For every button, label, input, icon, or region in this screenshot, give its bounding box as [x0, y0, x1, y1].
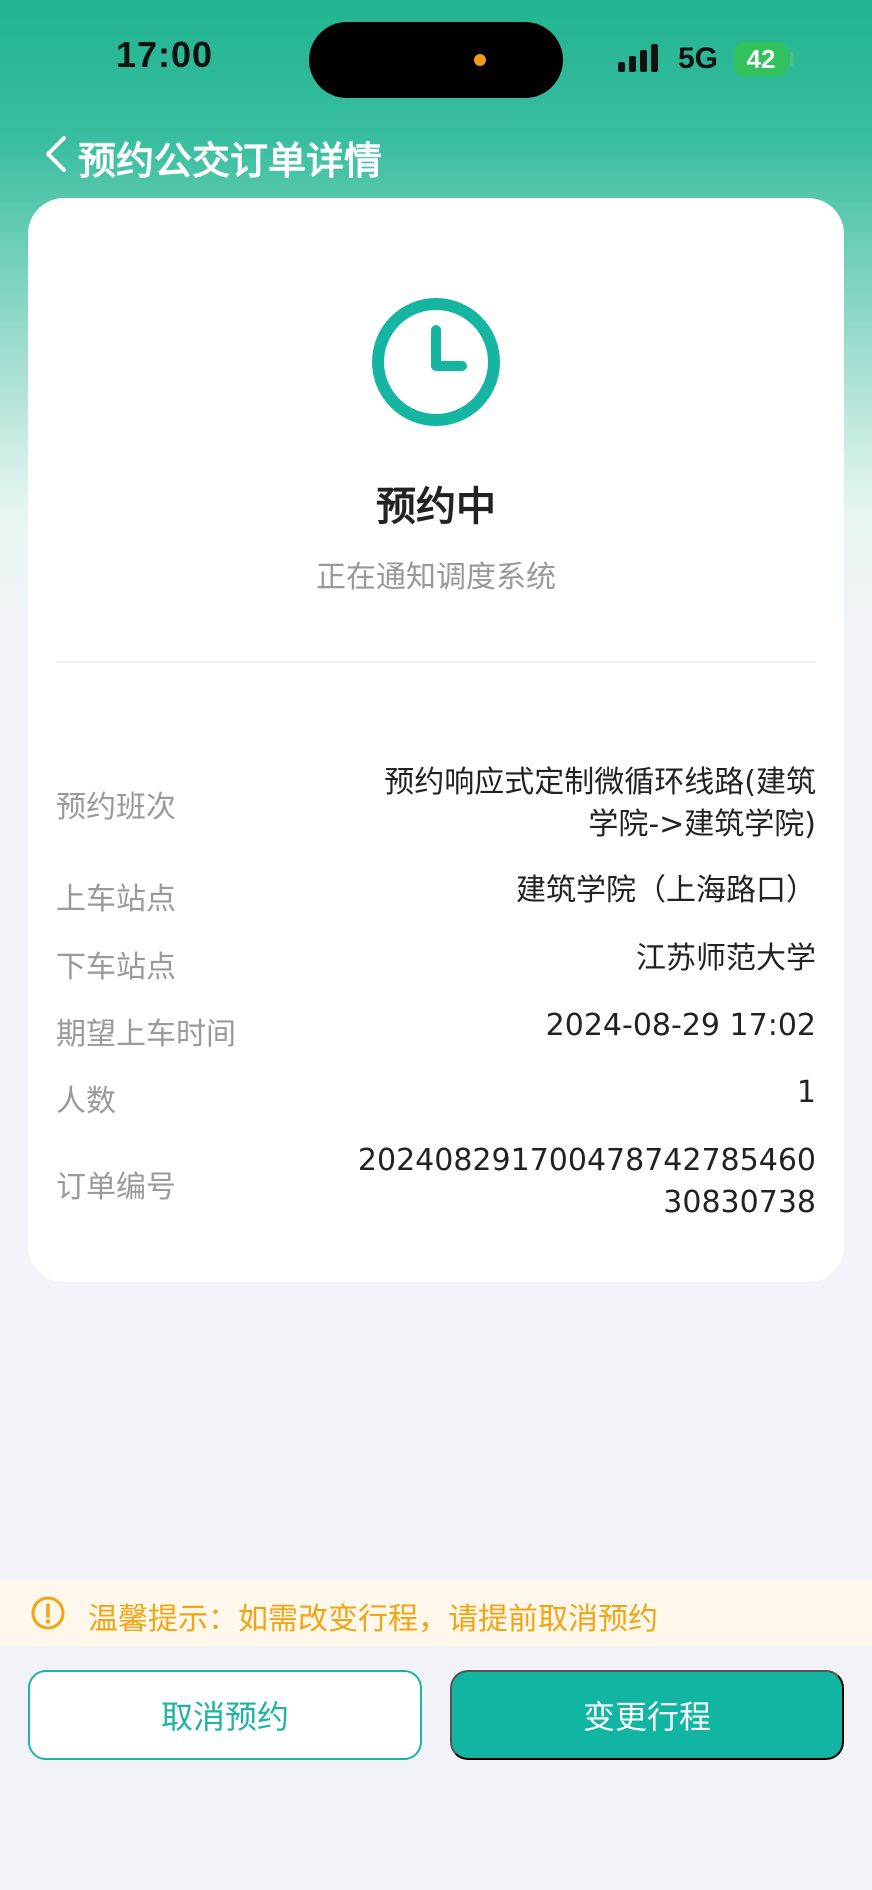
status-bar: 17:00 5G 42	[0, 0, 872, 120]
battery-tip	[790, 52, 794, 66]
field-row-alighting-stop: 下车站点 江苏师范大学	[56, 938, 816, 985]
field-value-line: 预约响应式定制微循环线路(建筑	[384, 765, 816, 800]
field-value: 建筑学院（上海路口）	[516, 873, 816, 908]
field-label: 订单编号	[56, 1170, 176, 1205]
field-label: 下车站点	[56, 950, 176, 985]
field-value: 预约响应式定制微循环线路(建筑 学院->建筑学院)	[384, 762, 816, 846]
page-title: 预约公交订单详情	[78, 139, 383, 183]
field-row-expected-time: 期望上车时间 2024-08-29 17:02	[56, 1005, 816, 1052]
tip-bar: 温馨提示：如需改变行程，请提前取消预约	[0, 1580, 872, 1646]
order-status-subtitle: 正在通知调度系统	[316, 560, 556, 595]
cancel-reservation-button[interactable]: 取消预约	[28, 1670, 422, 1760]
field-value-line: 30830738	[663, 1185, 816, 1220]
field-value-line: 20240829170047874278546​0	[357, 1143, 816, 1178]
warning-circle-icon	[31, 1596, 65, 1630]
field-value: 江苏师范大学	[636, 941, 816, 976]
order-status-title: 预约中	[376, 484, 496, 530]
field-row-passengers: 人数 1	[56, 1072, 816, 1119]
field-value-line: 学院->建筑学院)	[588, 807, 816, 842]
change-trip-button[interactable]: 变更行程	[450, 1670, 844, 1760]
field-label: 期望上车时间	[56, 1017, 236, 1052]
privacy-indicator-dot	[474, 54, 486, 66]
field-label: 上车站点	[56, 882, 176, 917]
signal-icon	[618, 44, 662, 72]
network-type: 5G	[678, 42, 719, 75]
field-value: 2024-08-29 17:02	[545, 1008, 816, 1043]
field-label: 人数	[56, 1084, 116, 1119]
card-divider	[56, 661, 816, 663]
clock-icon	[372, 298, 500, 426]
field-row-order-number: 订单编号 20240829170047874278546​0 30830738	[56, 1140, 816, 1230]
field-value: 1	[796, 1075, 816, 1110]
dynamic-island	[309, 22, 563, 98]
status-time: 17:00	[116, 34, 214, 75]
field-label: 预约班次	[56, 790, 176, 825]
field-row-boarding-stop: 上车站点 建筑学院（上海路口）	[56, 870, 816, 917]
field-row-shift: 预约班次 预约响应式定制微循环线路(建筑 学院->建筑学院)	[56, 762, 816, 852]
field-value: 20240829170047874278546​0 30830738	[358, 1140, 816, 1224]
nav-bar: 预约公交订单详情	[0, 126, 872, 183]
battery-icon: 42	[734, 42, 788, 76]
tip-text: 温馨提示：如需改变行程，请提前取消预约	[88, 1602, 658, 1637]
back-arrow-icon[interactable]	[38, 132, 78, 176]
battery-level: 42	[746, 44, 776, 74]
